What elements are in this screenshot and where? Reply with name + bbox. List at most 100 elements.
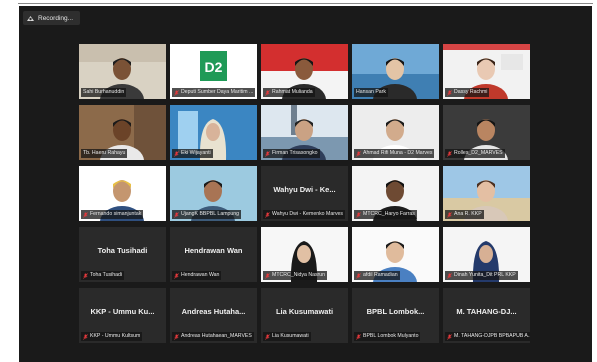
participant-tile[interactable]: Rolles_D2_MARVES bbox=[443, 105, 530, 160]
participant-name-label: Ahmad Rifi Muna - D2 Marves bbox=[354, 149, 435, 158]
participant-tile[interactable]: Hansan Park bbox=[352, 44, 439, 99]
mic-off-icon bbox=[265, 89, 270, 96]
participant-tile[interactable]: UjangK BBPBL Lampung bbox=[170, 166, 257, 221]
participant-name-label: Lia Kusumawati bbox=[263, 332, 311, 341]
participant-name: Lia Kusumawati bbox=[272, 333, 309, 339]
participant-display-name: Hendrawan Wan bbox=[184, 246, 243, 255]
participant-name: Toha Tusihadi bbox=[90, 272, 123, 278]
participant-display-name: Wahyu Dwi - Ke... bbox=[273, 185, 336, 194]
participant-name: Ahmad Rifi Muna - D2 Marves bbox=[363, 150, 433, 156]
participant-name: BPBL Lombok Mulyanto bbox=[363, 333, 419, 339]
participant-tile[interactable]: Hendrawan Wan Hendrawan Wan bbox=[170, 227, 257, 282]
participant-display-name: BPBL Lombok... bbox=[366, 307, 425, 316]
participant-tile[interactable]: KKP - Ummu Ku... KKP - Ummu Kultsum bbox=[79, 288, 166, 343]
participant-name: Dinah Yunita_Dit PRL KKP bbox=[454, 272, 516, 278]
mic-off-icon bbox=[447, 333, 452, 340]
participant-name: Rahmat Mulianda bbox=[272, 89, 313, 95]
mic-off-icon bbox=[83, 333, 88, 340]
mic-off-icon bbox=[174, 150, 179, 157]
divider-line bbox=[18, 3, 593, 4]
participant-name: Hansan Park bbox=[356, 89, 386, 95]
mic-off-icon bbox=[174, 272, 179, 279]
mic-off-icon bbox=[174, 211, 179, 218]
participant-name: Hendrawan Wan bbox=[181, 272, 220, 278]
participant-name: UjangK BBPBL Lampung bbox=[181, 211, 240, 217]
participant-tile[interactable]: MTCRC_Haryo Farras bbox=[352, 166, 439, 221]
participant-name-label: Hendrawan Wan bbox=[172, 271, 222, 280]
participant-name-label: Rolles_D2_MARVES bbox=[445, 149, 505, 158]
participant-name-label: MTCRC_Haryo Farras bbox=[354, 210, 417, 219]
participant-name-label: Hansan Park bbox=[354, 88, 388, 97]
participant-tile[interactable]: Rahmat Mulianda bbox=[261, 44, 348, 99]
participant-tile[interactable]: Toha Tusihadi Toha Tusihadi bbox=[79, 227, 166, 282]
participant-name-label: Fernando simanjuntak bbox=[81, 210, 144, 219]
participant-tile[interactable]: Lia Kusumawati Lia Kusumawati bbox=[261, 288, 348, 343]
participant-tile[interactable]: Eki Wijayanti bbox=[170, 105, 257, 160]
participant-display-name: KKP - Ummu Ku... bbox=[90, 307, 155, 316]
mic-off-icon bbox=[265, 211, 270, 218]
mic-off-icon bbox=[174, 333, 179, 340]
participant-tile[interactable]: BPBL Lombok... BPBL Lombok Mulyanto bbox=[352, 288, 439, 343]
participant-name: KKP - Ummu Kultsum bbox=[90, 333, 141, 339]
recording-indicator[interactable]: Recording... bbox=[23, 11, 81, 25]
participant-name-label: Wahyu Dwi - Kemenko Marves bbox=[263, 210, 346, 219]
participant-name: afdil Ramadian bbox=[363, 272, 398, 278]
mic-off-icon bbox=[447, 272, 452, 279]
participant-name: Deputi Sumber Daya Maritim ... bbox=[181, 89, 254, 95]
participant-name: Fernando simanjuntak bbox=[90, 211, 142, 217]
mic-off-icon bbox=[447, 150, 452, 157]
participant-name: Sahi Burhanuddin bbox=[83, 89, 125, 95]
svg-text:D2: D2 bbox=[205, 59, 223, 75]
mic-off-icon bbox=[356, 150, 361, 157]
meeting-window: Recording... Sahi Burhanuddin D2 Deputi Su… bbox=[19, 6, 592, 362]
participant-name-label: Dinah Yunita_Dit PRL KKP bbox=[445, 271, 518, 280]
participant-name-label: Andreas Hutahaean_MARVES bbox=[172, 332, 254, 341]
participant-tile[interactable]: Andreas Hutaha... Andreas Hutahaean_MARVE… bbox=[170, 288, 257, 343]
participant-name: MTCRC_Nidya Nasrun bbox=[272, 272, 326, 278]
mic-off-icon bbox=[174, 89, 179, 96]
participant-display-name: Toha Tusihadi bbox=[97, 246, 148, 255]
participant-name-label: UjangK BBPBL Lampung bbox=[172, 210, 242, 219]
participant-name-label: Sahi Burhanuddin bbox=[81, 88, 127, 97]
participant-tile[interactable]: Fernando simanjuntak bbox=[79, 166, 166, 221]
participant-name: Dassy Rachmi bbox=[454, 89, 488, 95]
mic-off-icon bbox=[83, 211, 88, 218]
participant-name: Rolles_D2_MARVES bbox=[454, 150, 503, 156]
participant-name: Ana R. KKP bbox=[454, 211, 482, 217]
participant-name-label: MTCRC_Nidya Nasrun bbox=[263, 271, 328, 280]
participant-name-label: Eki Wijayanti bbox=[172, 149, 213, 158]
participant-name-label: M. TAHANG-DJPB BPBAPUB A... bbox=[445, 332, 530, 341]
participant-tile[interactable]: Wahyu Dwi - Ke... Wahyu Dwi - Kemenko Mar… bbox=[261, 166, 348, 221]
participant-tile[interactable]: M. TAHANG-DJ... M. TAHANG-DJPB BPBAPUB A.… bbox=[443, 288, 530, 343]
participant-tile[interactable]: D2 Deputi Sumber Daya Maritim ... bbox=[170, 44, 257, 99]
participant-display-name: M. TAHANG-DJ... bbox=[456, 307, 517, 316]
mic-off-icon bbox=[265, 333, 270, 340]
mic-off-icon bbox=[356, 333, 361, 340]
participant-tile[interactable]: Dassy Rachmi bbox=[443, 44, 530, 99]
participant-tile[interactable]: afdil Ramadian bbox=[352, 227, 439, 282]
mic-off-icon bbox=[356, 211, 361, 218]
participant-name: Andreas Hutahaean_MARVES bbox=[181, 333, 252, 339]
participant-tile[interactable]: Firman Trisasongko bbox=[261, 105, 348, 160]
participant-name-label: KKP - Ummu Kultsum bbox=[81, 332, 143, 341]
participant-display-name: Lia Kusumawati bbox=[275, 307, 334, 316]
participant-name-label: afdil Ramadian bbox=[354, 271, 400, 280]
participant-tile[interactable]: Dinah Yunita_Dit PRL KKP bbox=[443, 227, 530, 282]
participant-tile[interactable]: MTCRC_Nidya Nasrun bbox=[261, 227, 348, 282]
mic-off-icon bbox=[356, 272, 361, 279]
mic-off-icon bbox=[447, 89, 452, 96]
participant-tile[interactable]: Ana R. KKP bbox=[443, 166, 530, 221]
participant-name-label: Firman Trisasongko bbox=[263, 149, 320, 158]
participant-name: Wahyu Dwi - Kemenko Marves bbox=[272, 211, 344, 217]
gallery-grid: Sahi Burhanuddin D2 Deputi Sumber Daya Mar… bbox=[79, 44, 534, 343]
participant-name: MTCRC_Haryo Farras bbox=[363, 211, 415, 217]
participant-name-label: BPBL Lombok Mulyanto bbox=[354, 332, 421, 341]
participant-display-name: Andreas Hutaha... bbox=[181, 307, 246, 316]
mic-off-icon bbox=[447, 211, 452, 218]
participant-name-label: Toha Tusihadi bbox=[81, 271, 125, 280]
participant-tile[interactable]: Tb. Haeru Rahayu bbox=[79, 105, 166, 160]
participant-tile[interactable]: Ahmad Rifi Muna - D2 Marves bbox=[352, 105, 439, 160]
participant-tile[interactable]: Sahi Burhanuddin bbox=[79, 44, 166, 99]
mic-off-icon bbox=[265, 150, 270, 157]
recording-label: Recording... bbox=[38, 14, 74, 22]
